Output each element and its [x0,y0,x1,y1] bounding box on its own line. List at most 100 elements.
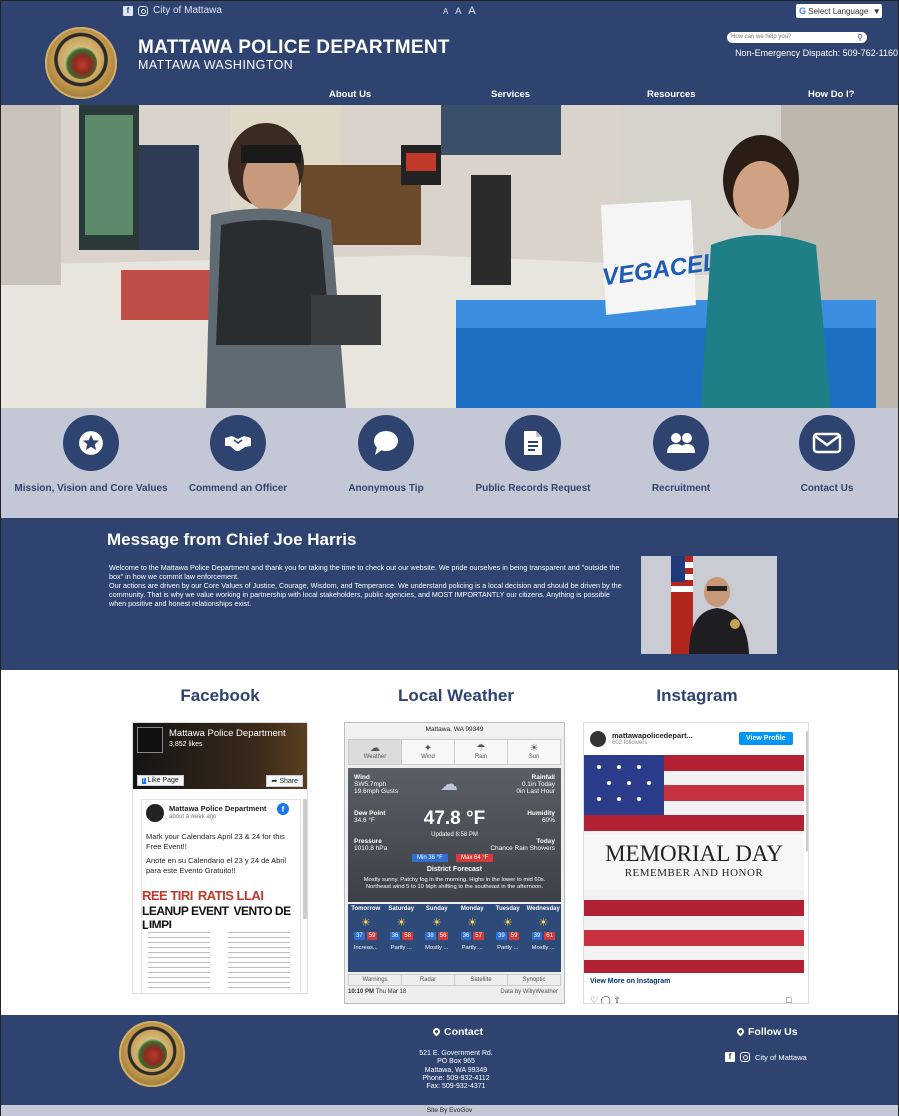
chevron-down-icon: ▼ [870,7,881,16]
footer-city-link[interactable]: City of Mattawa [755,1053,807,1062]
forecast-high: 61 [544,932,555,940]
share-icon[interactable]: ⇧ [613,995,621,1003]
text-size-small[interactable]: A [443,7,450,16]
star-icon [63,415,119,471]
view-more-link[interactable]: View More on Instagram [590,978,670,985]
quicklink-label: Anonymous Tip [348,483,424,494]
facebook-page-name[interactable]: Mattawa Police Department [169,728,286,739]
forecast-day: Monday ☀ 36 57 Partly ... [455,906,491,972]
event-flyer[interactable]: REE TIRI RATIS LLAI LEANUP EVENT VENTO DE … [142,884,300,993]
wind-gusts: 19.6mph Gusts [354,788,399,795]
forecast-title: District Forecast [426,866,483,873]
forecast-day: Tomorrow ☀ 37 59 Increas... [348,906,384,972]
tab-satellite[interactable]: Satellite [454,975,507,985]
tab-synoptic[interactable]: Synoptic [507,975,560,985]
forecast-summary: Partly ... [461,945,483,951]
forecast-summary: Increas... [353,945,378,951]
facebook-icon[interactable]: f [725,1052,735,1062]
quicklink-anonymous-tip[interactable]: Anonymous Tip [306,415,466,494]
rain-cloud-icon: ☁ [440,774,458,794]
post-avatar [146,804,164,822]
forecast-low: 36 [460,932,472,940]
site-credit[interactable]: Site By EvoGov [1,1105,898,1116]
tab-weather[interactable]: ☁ Weather [349,740,401,764]
forecast-high: 56 [437,932,449,940]
follow-heading: Follow Us [735,1026,798,1038]
facebook-logo-icon: f [277,803,289,815]
rain-label: Rainfall [531,774,555,781]
forecast-summary: Mostly ... [425,945,449,951]
instagram-scrollbar[interactable] [806,731,808,851]
weather-current: Wind SW5.7mph 19.6mph Gusts Rainfall 0.1… [348,768,561,902]
facebook-icon[interactable]: f [123,5,133,16]
tab-radar[interactable]: Radar [401,975,454,985]
instagram-post[interactable]: MEMORIAL DAY REMEMBER AND HONOR [584,755,804,973]
facebook-scrollbar[interactable] [303,799,307,919]
site-title[interactable]: MATTAWA POLICE DEPARTMENT [138,37,450,59]
umbrella-icon: ☂ [476,743,486,754]
post-title: MEMORIAL DAY [605,841,783,866]
instagram-heading: Instagram [656,686,738,705]
nav-services[interactable]: Services [491,89,530,100]
heart-icon[interactable]: ♡ [590,995,598,1003]
facebook-share-button[interactable]: ➦ Share [266,775,303,787]
sun-icon: ☀ [529,743,539,754]
map-pin-icon [431,1026,442,1037]
forecast-day-name: Tomorrow [351,906,381,912]
post-text-en: Mark your Calendars April 23 & 24 for th… [146,832,285,851]
facebook-like-icon: f [142,778,146,784]
tab-wind[interactable]: ✦ Wind [401,740,454,764]
facebook-post: Mattawa Police Department f about a week… [141,799,301,993]
police-badge-logo[interactable] [45,27,117,99]
weather-credit[interactable]: Data by WillyWeather [500,989,558,995]
search-icon[interactable]: ⚲ [857,32,863,43]
quicklink-contact[interactable]: Contact Us [747,415,899,494]
facebook-page-avatar [137,727,163,753]
tab-warnings[interactable]: Warnings [349,975,401,985]
phone[interactable]: Phone: 509-932-4112 [401,1075,511,1083]
instagram-account[interactable]: mattawapolicedepart... [612,731,693,740]
tab-rain[interactable]: ☂ Rain [454,740,507,764]
instagram-icon[interactable] [740,1052,750,1062]
weather-widget[interactable]: Mattawa, WA 99349 ☁ Weather ✦ Wind ☂ Rain ☀… [344,722,565,1004]
max-temp: Max 64 °F [456,854,494,862]
facebook-like-button[interactable]: f Like Page [137,775,184,786]
contact-heading: Contact [431,1026,483,1038]
dispatch-number: Non-Emergency Dispatch: 509-762-1160 [735,48,898,58]
nav-how-do-i[interactable]: How Do I? [808,89,854,100]
instagram-icon[interactable] [138,5,148,16]
nav-resources[interactable]: Resources [647,89,696,100]
quicklink-mission[interactable]: Mission, Vision and Core Values [11,415,171,494]
text-size-large[interactable]: A [468,5,477,17]
bookmark-icon[interactable]: □ [786,995,791,1003]
facebook-likes: 3,852 likes [169,741,203,748]
weather-timestamp: 10:10 PM Thu Mar 18 [348,989,407,995]
instagram-widget[interactable]: mattawapolicedepart... 602 followers Vie… [583,722,809,1004]
quicklink-label: Public Records Request [475,483,591,494]
tab-sun[interactable]: ☀ Sun [507,740,560,764]
language-select[interactable]: G Select Language ▼ [796,4,882,18]
post-author[interactable]: Mattawa Police Department [169,804,267,813]
forecast-day: Tuesday ☀ 39 59 Partly ... [490,906,526,972]
view-profile-button[interactable]: View Profile [739,732,793,745]
flyer-details-en [148,928,210,992]
forecast-high: 59 [508,932,520,940]
forecast-day: Sunday ☀ 38 56 Mostly ... [419,906,455,972]
text-size-medium[interactable]: A [455,6,463,17]
quicklink-recruitment[interactable]: Recruitment [601,415,761,494]
quicklink-commend[interactable]: Commend an Officer [158,415,318,494]
quicklink-public-records[interactable]: Public Records Request [453,415,613,494]
forecast-summary: Partly ... [390,945,412,951]
search-input[interactable]: How can we help you? ⚲ [727,32,867,43]
hero-image: VEGACELL [1,105,898,408]
speech-bubble-icon [358,415,414,471]
flyer-title-1: REE TIRI RATIS LLAI [142,888,264,903]
facebook-widget[interactable]: Mattawa Police Department 3,852 likes f … [132,722,308,994]
forecast-day-name: Sunday [425,906,448,912]
today-label: Today [536,838,555,845]
document-icon [505,415,561,471]
forecast-summary: Mostly ... [531,945,555,951]
nav-about-us[interactable]: About Us [329,89,371,100]
comment-icon[interactable]: ◯ [601,995,611,1003]
city-link[interactable]: City of Mattawa [153,5,222,16]
